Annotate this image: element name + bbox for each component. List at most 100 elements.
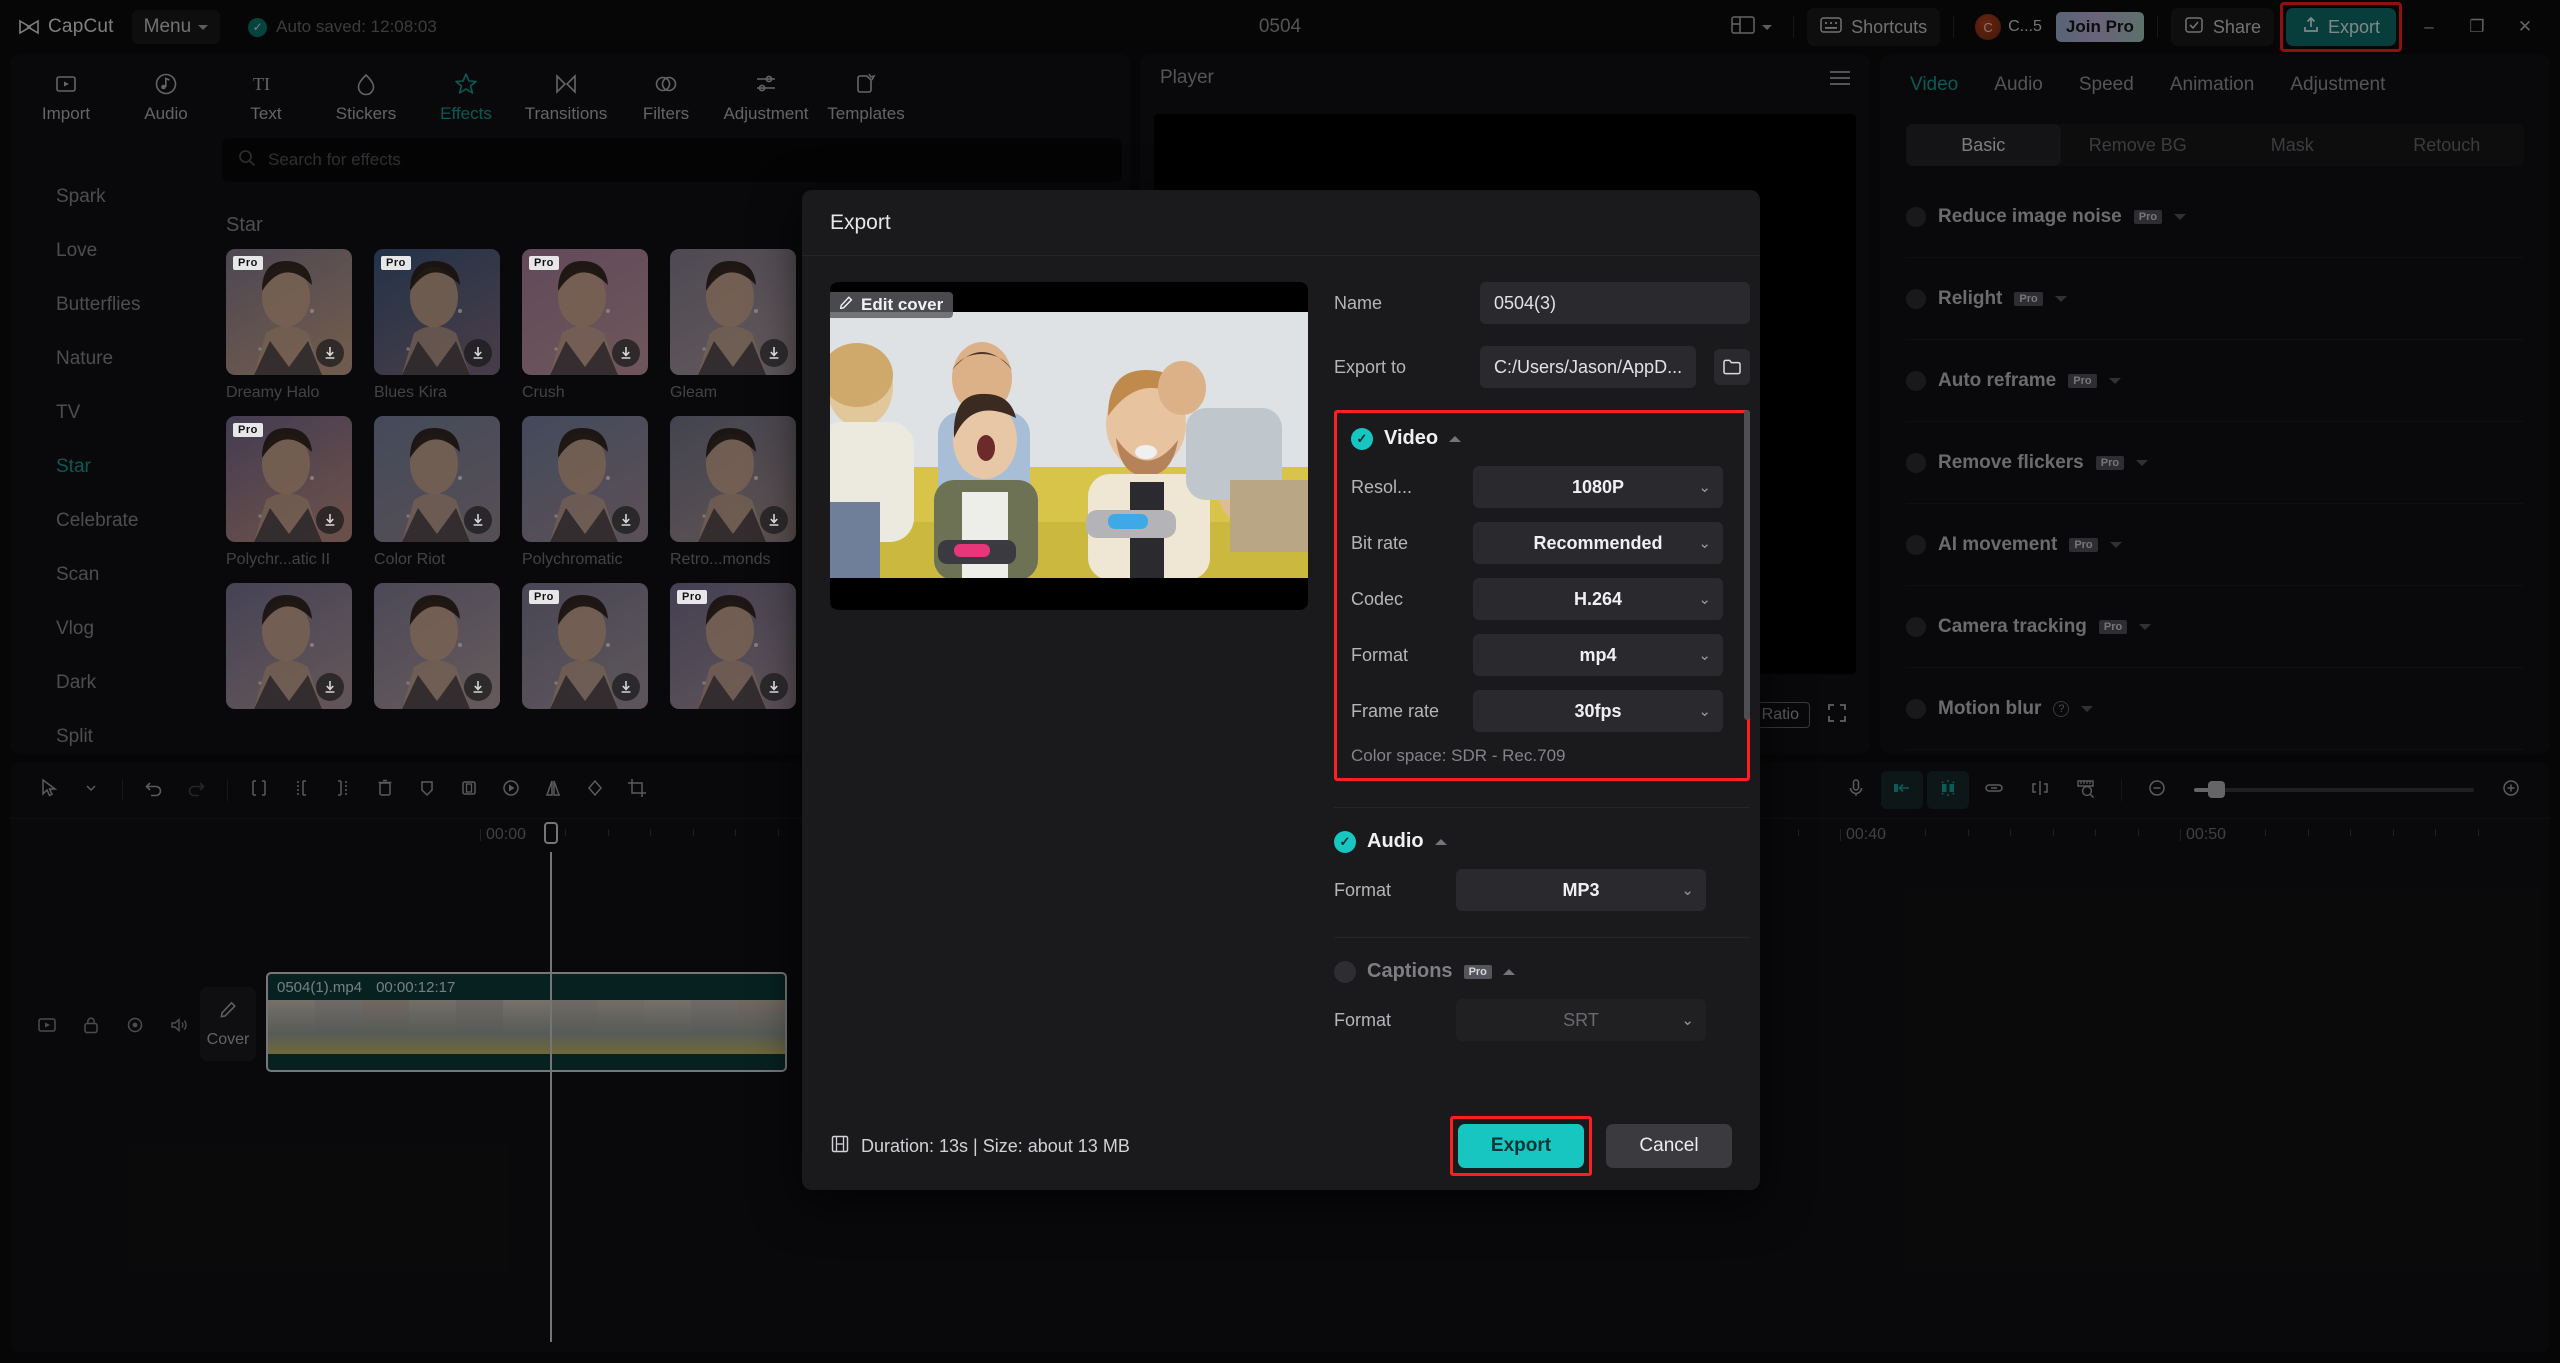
- setting-row: Format MP3 ⌄: [1334, 869, 1750, 911]
- film-icon: [830, 1134, 850, 1159]
- setting-label: Format: [1351, 644, 1409, 665]
- export-confirm-highlight: Export: [1450, 1116, 1592, 1176]
- download-icon[interactable]: [316, 673, 344, 701]
- export-settings: ✓ Video Resol... 1080P ⌄ Bit rate Recommende…: [1334, 410, 1751, 1041]
- setting-row: Frame rate 30fps ⌄: [1351, 690, 1733, 732]
- chevron-down-icon: ⌄: [1698, 479, 1711, 496]
- setting-label: Bit rate: [1351, 532, 1409, 553]
- setting-row: Format mp4 ⌄: [1351, 634, 1733, 676]
- download-icon[interactable]: [760, 673, 788, 701]
- setting-row: Bit rate Recommended ⌄: [1351, 522, 1733, 564]
- download-icon[interactable]: [316, 339, 344, 367]
- audio-settings-group: ✓ Audio Format MP3 ⌄: [1334, 830, 1750, 911]
- chevron-down-icon: ⌄: [1698, 535, 1711, 552]
- download-icon[interactable]: [612, 506, 640, 534]
- setting-label: Format: [1334, 879, 1392, 900]
- setting-value: MP3: [1562, 879, 1600, 900]
- divider: [1334, 937, 1751, 938]
- download-icon[interactable]: [464, 339, 492, 367]
- setting-value: Recommended: [1533, 532, 1663, 553]
- cancel-button[interactable]: Cancel: [1606, 1124, 1732, 1168]
- setting-select[interactable]: 1080P ⌄: [1473, 466, 1723, 508]
- download-icon[interactable]: [760, 339, 788, 367]
- setting-label: Resol...: [1351, 476, 1413, 497]
- pencil-icon: [838, 295, 854, 316]
- setting-value: H.264: [1573, 588, 1623, 609]
- setting-value: 1080P: [1571, 476, 1625, 497]
- duration-size-text: Duration: 13s | Size: about 13 MB: [861, 1135, 1130, 1156]
- export-fields: Name 0504(3) Export to C:/Users/Jason/Ap…: [1334, 282, 1751, 1102]
- pro-badge: Pro: [233, 423, 263, 437]
- captions-group-title: Captions: [1367, 960, 1453, 982]
- download-icon[interactable]: [760, 506, 788, 534]
- chevron-down-icon: ⌄: [1681, 882, 1694, 899]
- edit-cover-button[interactable]: Edit cover: [830, 292, 954, 318]
- folder-icon[interactable]: [1714, 349, 1751, 385]
- export-dialog-title: Export: [802, 190, 1760, 256]
- setting-select[interactable]: Recommended ⌄: [1473, 522, 1723, 564]
- setting-value: SRT: [1563, 1009, 1599, 1030]
- settings-scrollbar[interactable]: [1744, 410, 1751, 840]
- edit-cover-label: Edit cover: [861, 295, 944, 314]
- captions-checkbox[interactable]: [1334, 960, 1356, 983]
- chevron-down-icon: ⌄: [1698, 591, 1711, 608]
- setting-row: Codec H.264 ⌄: [1351, 578, 1733, 620]
- audio-group-header[interactable]: ✓ Audio: [1334, 830, 1750, 853]
- footer-actions: Export Cancel: [1450, 1116, 1732, 1176]
- setting-select[interactable]: H.264 ⌄: [1473, 578, 1723, 620]
- chevron-up-icon[interactable]: [1502, 968, 1515, 975]
- cover-preview: Edit cover: [830, 282, 1308, 610]
- capcut-window: CapCut Menu ✓ Auto saved: 12:08:03 0504: [0, 0, 2560, 1363]
- download-icon[interactable]: [612, 673, 640, 701]
- captions-settings-group: Captions Pro Format SRT ⌄: [1334, 960, 1750, 1041]
- pro-badge: Pro: [233, 256, 263, 270]
- chevron-up-icon[interactable]: [1434, 838, 1447, 845]
- video-group-header[interactable]: ✓ Video: [1351, 427, 1733, 450]
- export-dialog: Export Edit cover Name 0504(3) Export to…: [802, 190, 1760, 1190]
- download-icon[interactable]: [464, 673, 492, 701]
- video-settings-group: ✓ Video Resol... 1080P ⌄ Bit rate Recommende…: [1334, 410, 1751, 781]
- download-icon[interactable]: [464, 506, 492, 534]
- chevron-down-icon: ⌄: [1698, 703, 1711, 720]
- divider: [1334, 807, 1751, 808]
- pro-badge: Pro: [529, 590, 559, 604]
- setting-value: 30fps: [1574, 700, 1622, 721]
- export-to-field[interactable]: C:/Users/Jason/AppD...: [1480, 346, 1697, 388]
- setting-label: Frame rate: [1351, 700, 1440, 721]
- export-to-row: Export to C:/Users/Jason/AppD...: [1334, 346, 1751, 388]
- setting-select[interactable]: SRT ⌄: [1456, 999, 1706, 1041]
- captions-group-header[interactable]: Captions Pro: [1334, 960, 1750, 983]
- export-to-label: Export to: [1334, 356, 1407, 377]
- export-dialog-body: Edit cover Name 0504(3) Export to C:/Use…: [802, 256, 1760, 1102]
- name-row: Name 0504(3): [1334, 282, 1751, 324]
- color-space-text: Color space: SDR - Rec.709: [1351, 746, 1566, 765]
- video-fields: Resol... 1080P ⌄ Bit rate Recommended ⌄ Codec H…: [1351, 466, 1733, 732]
- name-label: Name: [1334, 292, 1383, 313]
- download-icon[interactable]: [316, 506, 344, 534]
- setting-row: Format SRT ⌄: [1334, 999, 1750, 1041]
- cover-thumbnail: [830, 312, 1308, 578]
- setting-row: Resol... 1080P ⌄: [1351, 466, 1733, 508]
- setting-select[interactable]: mp4 ⌄: [1473, 634, 1723, 676]
- setting-select[interactable]: MP3 ⌄: [1456, 869, 1706, 911]
- chevron-up-icon[interactable]: [1449, 435, 1462, 442]
- download-icon[interactable]: [612, 339, 640, 367]
- setting-label: Format: [1334, 1009, 1392, 1030]
- captions-fields: Format SRT ⌄: [1334, 999, 1750, 1041]
- pro-badge: Pro: [381, 256, 411, 270]
- scrollbar-thumb[interactable]: [1744, 410, 1751, 720]
- video-checkbox[interactable]: ✓: [1351, 427, 1373, 450]
- pro-badge: Pro: [529, 256, 559, 270]
- export-confirm-button[interactable]: Export: [1458, 1124, 1584, 1168]
- pro-badge: Pro: [677, 590, 707, 604]
- duration-size-info: Duration: 13s | Size: about 13 MB: [830, 1134, 1130, 1159]
- audio-checkbox[interactable]: ✓: [1334, 830, 1356, 853]
- pro-badge: Pro: [1463, 964, 1492, 979]
- video-group-title: Video: [1384, 427, 1439, 449]
- setting-select[interactable]: 30fps ⌄: [1473, 690, 1723, 732]
- audio-fields: Format MP3 ⌄: [1334, 869, 1750, 911]
- audio-group-title: Audio: [1367, 830, 1424, 852]
- export-dialog-footer: Duration: 13s | Size: about 13 MB Export…: [802, 1102, 1760, 1190]
- name-field[interactable]: 0504(3): [1480, 282, 1751, 324]
- chevron-down-icon: ⌄: [1698, 647, 1711, 664]
